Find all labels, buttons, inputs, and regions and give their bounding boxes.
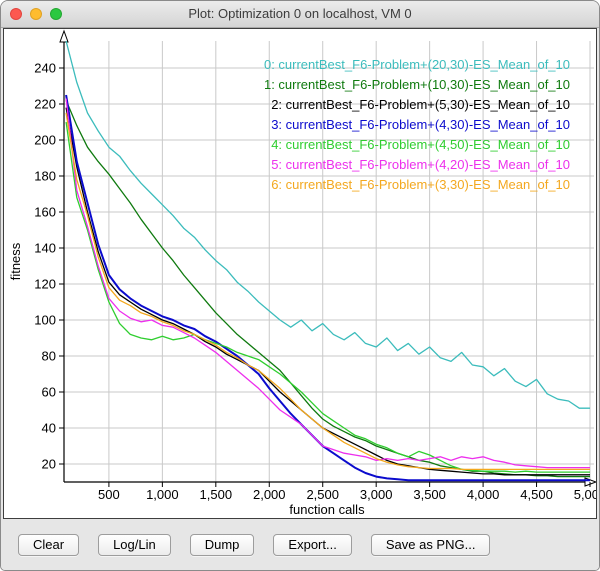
legend-item: 3: currentBest_F6-Problem+(4,30)-ES_Mean… bbox=[264, 115, 570, 135]
legend-item: 4: currentBest_F6-Problem+(4,50)-ES_Mean… bbox=[264, 135, 570, 155]
y-tick-label: 220 bbox=[34, 97, 56, 112]
window-title: Plot: Optimization 0 on localhost, VM 0 bbox=[1, 1, 599, 27]
y-tick-label: 240 bbox=[34, 61, 56, 76]
y-tick-label: 120 bbox=[34, 277, 56, 292]
x-tick-label: 2,500 bbox=[306, 487, 339, 502]
x-tick-label: 1,500 bbox=[200, 487, 233, 502]
y-tick-label: 160 bbox=[34, 205, 56, 220]
legend-item: 0: currentBest_F6-Problem+(20,30)-ES_Mea… bbox=[264, 55, 570, 75]
dump-button[interactable]: Dump bbox=[190, 534, 255, 556]
x-tick-label: 3,000 bbox=[360, 487, 393, 502]
export-button[interactable]: Export... bbox=[273, 534, 351, 556]
y-tick-label: 60 bbox=[42, 385, 56, 400]
y-axis-arrow-icon bbox=[60, 31, 68, 42]
y-tick-label: 200 bbox=[34, 133, 56, 148]
x-tick-label: 2,000 bbox=[253, 487, 286, 502]
plot-canvas[interactable]: 500 1,000 1,500 2,000 2,500 3,000 3,500 4,000 4,… bbox=[3, 28, 597, 519]
legend-item: 5: currentBest_F6-Problem+(4,20)-ES_Mean… bbox=[264, 155, 570, 175]
window-titlebar[interactable]: Plot: Optimization 0 on localhost, VM 0 bbox=[1, 1, 599, 28]
x-tick-label: 4,500 bbox=[520, 487, 553, 502]
y-tick-label: 180 bbox=[34, 169, 56, 184]
y-tick-label: 80 bbox=[42, 349, 56, 364]
x-tick-label: 3,500 bbox=[413, 487, 446, 502]
save-as-png-button[interactable]: Save as PNG... bbox=[371, 534, 491, 556]
y-tick-label: 20 bbox=[42, 457, 56, 472]
y-axis-label: fitness bbox=[8, 242, 23, 280]
button-bar: Clear Log/Lin Dump Export... Save as PNG… bbox=[1, 519, 599, 570]
y-tick-label: 40 bbox=[42, 421, 56, 436]
plot-window: Plot: Optimization 0 on localhost, VM 0 … bbox=[0, 0, 600, 571]
chart-legend: 0: currentBest_F6-Problem+(20,30)-ES_Mea… bbox=[264, 55, 570, 195]
y-tick-label: 100 bbox=[34, 313, 56, 328]
legend-item: 1: currentBest_F6-Problem+(10,30)-ES_Mea… bbox=[264, 75, 570, 95]
legend-item: 2: currentBest_F6-Problem+(5,30)-ES_Mean… bbox=[264, 95, 570, 115]
loglin-button[interactable]: Log/Lin bbox=[98, 534, 171, 556]
x-tick-label: 4,000 bbox=[467, 487, 500, 502]
x-tick-label: 5,000 bbox=[574, 487, 596, 502]
x-axis-label: function calls bbox=[289, 502, 365, 517]
clear-button[interactable]: Clear bbox=[18, 534, 79, 556]
x-tick-label: 500 bbox=[98, 487, 120, 502]
x-tick-label: 1,000 bbox=[146, 487, 179, 502]
y-tick-label: 140 bbox=[34, 241, 56, 256]
legend-item: 6: currentBest_F6-Problem+(3,30)-ES_Mean… bbox=[264, 175, 570, 195]
